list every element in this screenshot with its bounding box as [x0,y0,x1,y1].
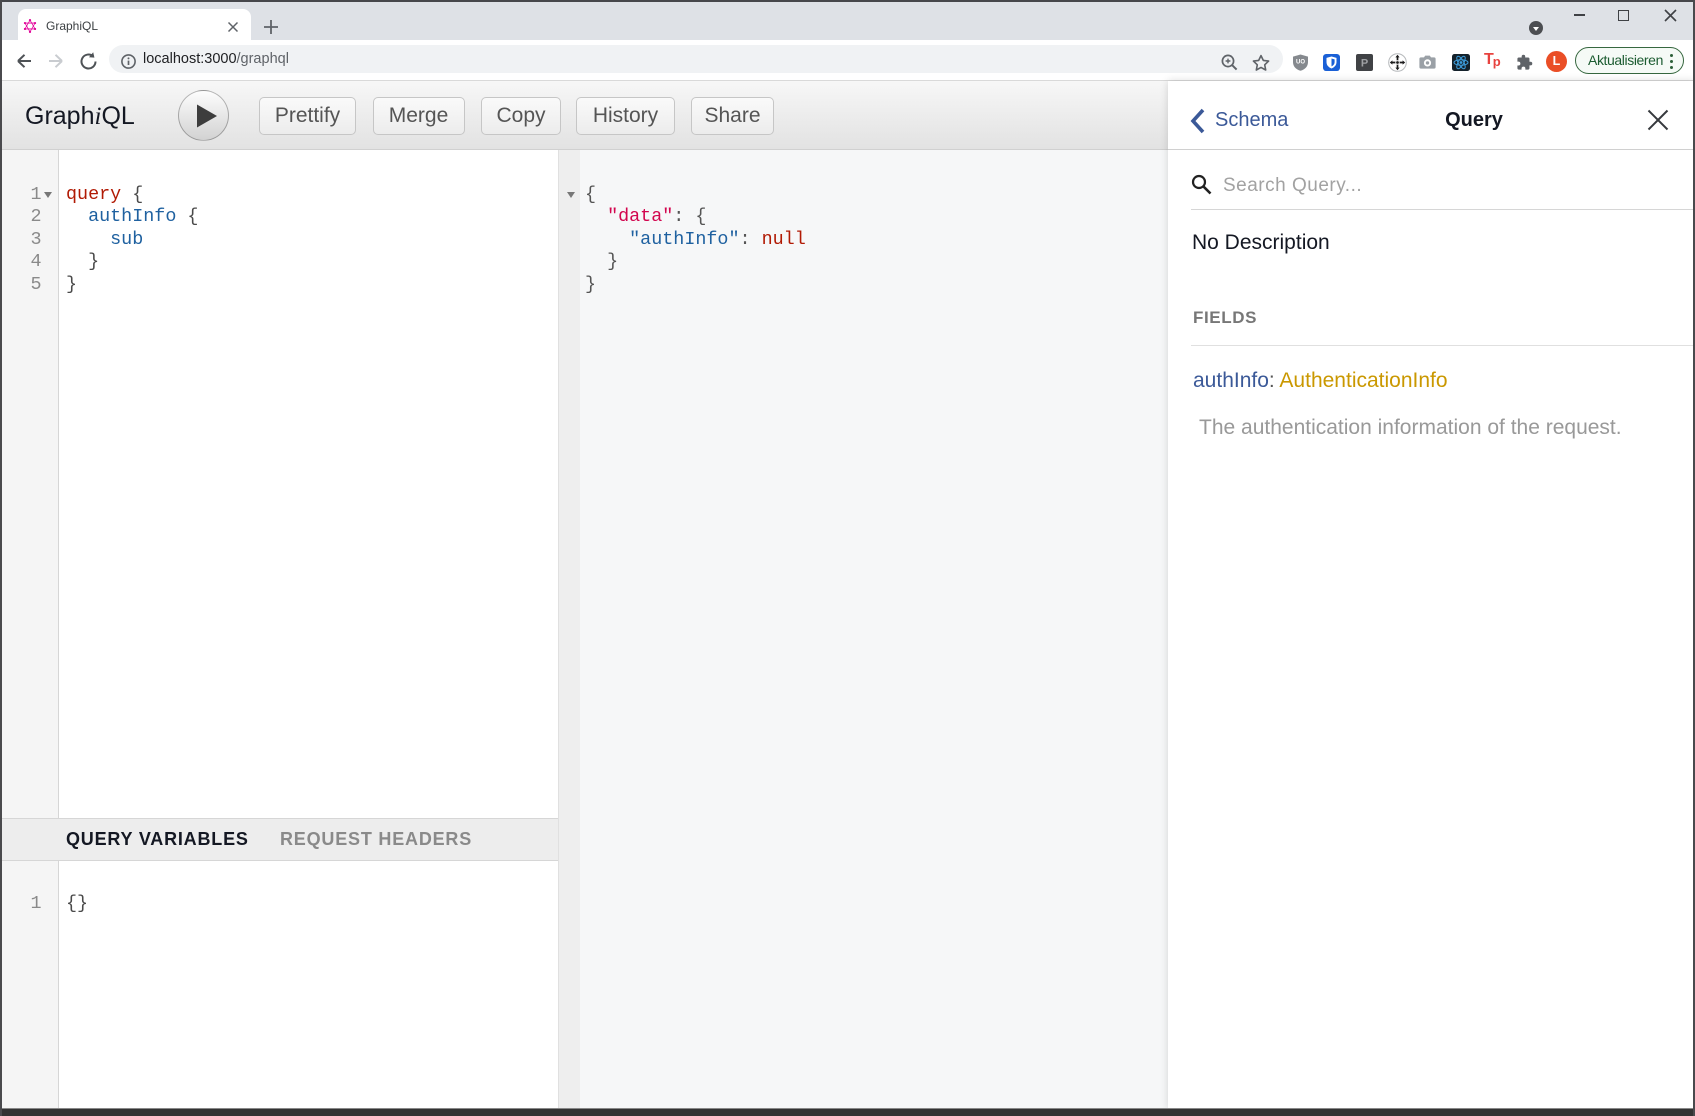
svg-text:UO: UO [1296,60,1305,66]
svg-text:P: P [1361,58,1368,70]
